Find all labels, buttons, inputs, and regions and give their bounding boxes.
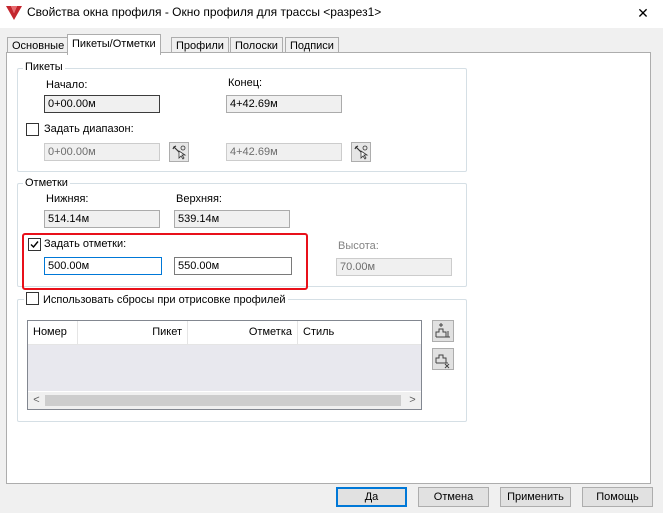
- delete-split-icon: [435, 354, 450, 369]
- station-range-label: Задать диапазон:: [44, 123, 134, 135]
- add-split-icon: [435, 323, 450, 338]
- ok-button[interactable]: Да: [336, 487, 407, 507]
- apply-button[interactable]: Применить: [500, 487, 571, 507]
- title-bar: Свойства окна профиля - Окно профиля для…: [0, 0, 663, 28]
- splits-table[interactable]: Номер Пикет Отметка Стиль < >: [27, 320, 422, 410]
- lower-elevation-field[interactable]: 514.14м: [44, 210, 160, 228]
- range-end-field[interactable]: 4+42.69м: [226, 143, 342, 161]
- use-splits-checkbox[interactable]: [26, 292, 39, 305]
- scrollbar-thumb[interactable]: [45, 395, 401, 406]
- pick-start-station-button[interactable]: [169, 142, 189, 162]
- column-style[interactable]: Стиль: [298, 321, 421, 344]
- help-button[interactable]: Помощь: [582, 487, 653, 507]
- upper-elevation-field[interactable]: 539.14м: [174, 210, 290, 228]
- column-number[interactable]: Номер: [28, 321, 78, 344]
- profile-view-properties-dialog: Свойства окна профиля - Окно профиля для…: [0, 0, 663, 513]
- max-elevation-field[interactable]: 550.00м: [174, 257, 292, 275]
- window-title: Свойства окна профиля - Окно профиля для…: [27, 5, 382, 19]
- range-start-field[interactable]: 0+00.00м: [44, 143, 160, 161]
- use-splits-label: Использовать сбросы при отрисовке профил…: [43, 294, 286, 306]
- pick-end-station-button[interactable]: [351, 142, 371, 162]
- elevations-legend: Отметки: [23, 177, 70, 189]
- column-station[interactable]: Пикет: [78, 321, 188, 344]
- pick-point-icon: [172, 145, 187, 160]
- station-range-checkbox[interactable]: [26, 123, 39, 136]
- lower-elevation-label: Нижняя:: [46, 193, 89, 205]
- height-field[interactable]: 70.00м: [336, 258, 452, 276]
- scroll-right-icon[interactable]: >: [404, 392, 421, 409]
- column-elevation[interactable]: Отметка: [188, 321, 298, 344]
- end-station-field[interactable]: 4+42.69м: [226, 95, 342, 113]
- upper-elevation-label: Верхняя:: [176, 193, 222, 205]
- set-elevations-label: Задать отметки:: [44, 238, 127, 250]
- splits-legend: Использовать сбросы при отрисовке профил…: [24, 292, 288, 306]
- end-label: Конец:: [228, 77, 263, 89]
- start-label: Начало:: [46, 79, 88, 91]
- checkmark-icon: [30, 241, 39, 249]
- scroll-left-icon[interactable]: <: [28, 392, 45, 409]
- tab-stations-elevations[interactable]: Пикеты/Отметки: [67, 34, 161, 55]
- add-split-button[interactable]: [432, 320, 454, 342]
- pick-point-icon: [354, 145, 369, 160]
- delete-split-button[interactable]: [432, 348, 454, 370]
- stations-legend: Пикеты: [23, 61, 65, 73]
- cancel-button[interactable]: Отмена: [418, 487, 489, 507]
- start-station-field[interactable]: 0+00.00м: [44, 95, 160, 113]
- horizontal-scrollbar[interactable]: < >: [28, 392, 421, 409]
- table-header: Номер Пикет Отметка Стиль: [28, 321, 421, 345]
- close-icon[interactable]: ✕: [624, 0, 662, 28]
- table-body: [28, 345, 421, 391]
- height-label: Высота:: [338, 240, 379, 252]
- min-elevation-field[interactable]: 500.00м: [44, 257, 162, 275]
- set-elevations-checkbox[interactable]: [28, 238, 41, 251]
- civil3d-app-icon: [6, 6, 22, 20]
